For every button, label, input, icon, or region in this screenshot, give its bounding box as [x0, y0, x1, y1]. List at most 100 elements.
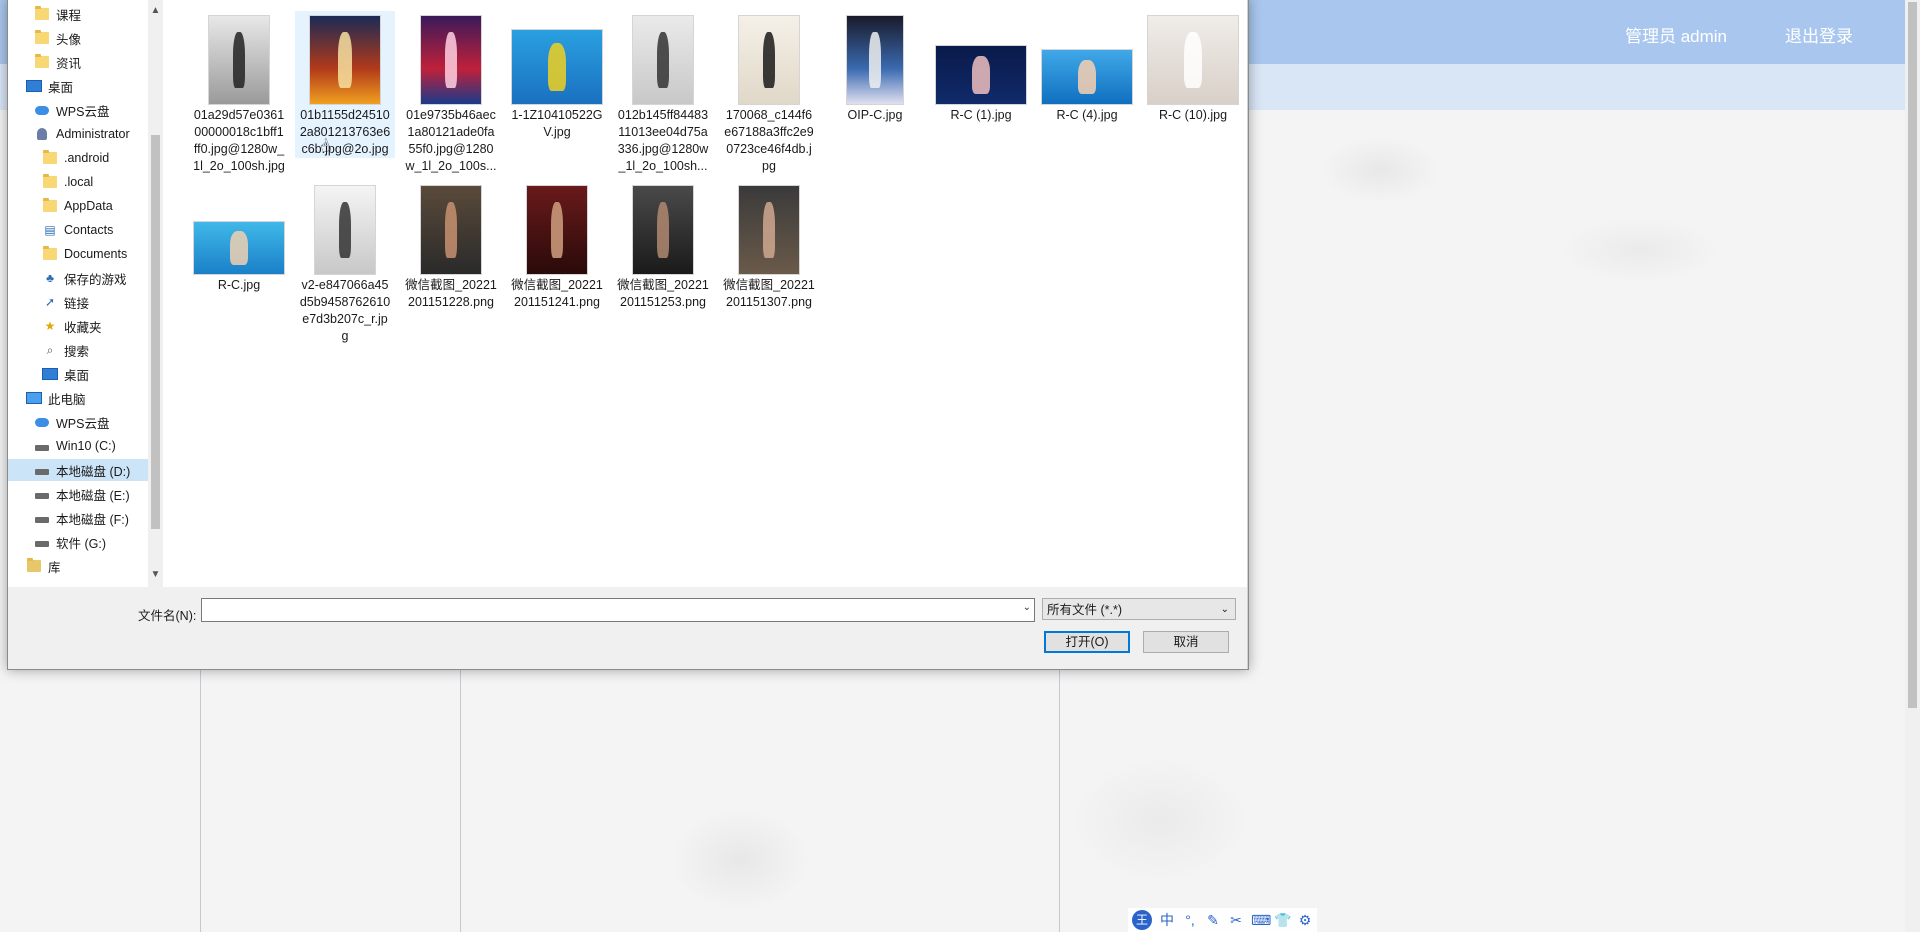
star-icon: ★ — [44, 319, 56, 333]
file-thumbnail-image — [511, 29, 603, 105]
file-item[interactable]: 微信截图_20221201151253.png — [613, 181, 713, 311]
folder-icon — [34, 6, 50, 21]
nav-item[interactable]: WPS云盘 — [8, 411, 148, 433]
file-item[interactable]: R-C (1).jpg — [931, 11, 1031, 124]
nav-item-label: 保存的游戏 — [64, 272, 127, 287]
nav-item[interactable]: 课程 — [8, 3, 148, 25]
nav-item-label: Win10 (C:) — [56, 439, 116, 453]
chevron-down-icon[interactable]: ⌄ — [1023, 602, 1031, 613]
thumbnail-figure — [1184, 31, 1202, 89]
thumbnail-figure — [972, 56, 990, 94]
nav-item-label: WPS云盘 — [56, 416, 110, 431]
folder-icon — [34, 54, 50, 69]
nav-item-label: Contacts — [64, 223, 114, 237]
page-scrollbar-thumb[interactable] — [1908, 2, 1917, 708]
nav-item[interactable]: Win10 (C:) — [8, 435, 148, 457]
nav-item[interactable]: 资讯 — [8, 51, 148, 73]
folder-icon — [42, 174, 58, 189]
file-name: 微信截图_20221201151253.png — [617, 278, 709, 309]
file-item[interactable]: R-C (10).jpg — [1143, 11, 1243, 124]
ime-settings-icon[interactable]: ⚙ — [1297, 912, 1313, 929]
content-border-left — [200, 668, 201, 932]
nav-item[interactable]: ▤ Contacts — [8, 219, 148, 241]
nav-item-label: 本地磁盘 (E:) — [56, 488, 130, 503]
thumbnail-figure — [230, 231, 248, 265]
nav-item[interactable]: 本地磁盘 (D:) — [8, 459, 148, 481]
navigation-pane: ▲ ▼ 课程 头像 资讯 桌面 WPS云盘 Administrator .android .l… — [8, 0, 163, 587]
file-thumbnail-image — [935, 45, 1027, 105]
file-name: 170068_c144f6e67188a3ffc2e90723ce46f4db.… — [724, 108, 814, 173]
file-name: R-C.jpg — [217, 278, 261, 292]
ime-skin-icon[interactable]: 👕 — [1274, 912, 1291, 929]
file-item[interactable]: 1-1Z10410522GV.jpg — [507, 11, 607, 141]
open-button[interactable]: 打开(O) — [1044, 631, 1130, 653]
nav-item[interactable]: WPS云盘 — [8, 99, 148, 121]
file-item[interactable]: R-C.jpg — [189, 181, 289, 294]
nav-item[interactable]: ⌕ 搜索 — [8, 339, 148, 361]
file-item[interactable]: 01a29d57e036100000018c1bff1ff0.jpg@1280w… — [189, 11, 289, 175]
nav-item[interactable]: 本地磁盘 (E:) — [8, 483, 148, 505]
nav-item[interactable]: .local — [8, 171, 148, 193]
ime-logo-icon[interactable]: 王 — [1132, 910, 1152, 930]
file-thumbnail-image — [309, 15, 381, 105]
nav-item[interactable]: ♣ 保存的游戏 — [8, 267, 148, 289]
filename-input[interactable] — [202, 599, 1010, 619]
ime-keyboard-icon[interactable]: ⌨ — [1251, 912, 1271, 929]
file-thumbnail-image — [846, 15, 904, 105]
computer-icon — [26, 391, 42, 405]
scroll-up-arrow-icon[interactable]: ▲ — [148, 3, 163, 19]
file-name: 01b1155d245102a801213763e6c6b.jpg@2o.jpg — [299, 108, 391, 156]
nav-item[interactable]: AppData — [8, 195, 148, 217]
nav-item[interactable]: 库 — [8, 555, 148, 577]
file-thumbnail-image — [1041, 49, 1133, 105]
scroll-down-arrow-icon[interactable]: ▼ — [148, 567, 163, 583]
nav-item[interactable]: Documents — [8, 243, 148, 265]
filetype-select[interactable]: 所有文件 (*.*) ⌄ — [1042, 598, 1236, 620]
file-item[interactable]: 01e9735b46aec1a80121ade0fa55f0.jpg@1280w… — [401, 11, 501, 175]
file-name: R-C (4).jpg — [1056, 108, 1118, 122]
filetype-selected-value: 所有文件 (*.*) — [1047, 603, 1123, 617]
filename-label: 文件名(N): — [138, 609, 197, 623]
nav-item[interactable]: 头像 — [8, 27, 148, 49]
file-item[interactable]: 170068_c144f6e67188a3ffc2e90723ce46f4db.… — [719, 11, 819, 175]
user-icon — [34, 127, 50, 141]
nav-item[interactable]: 桌面 — [8, 75, 148, 97]
file-name: 012b145ff8448311013ee04d75a336.jpg@1280w… — [617, 108, 709, 173]
folder-icon — [42, 150, 58, 165]
thumbnail-figure — [445, 31, 457, 89]
nav-item[interactable]: 本地磁盘 (F:) — [8, 507, 148, 529]
nav-item[interactable]: Administrator — [8, 123, 148, 145]
nav-item-label: 此电脑 — [48, 392, 86, 407]
file-thumbnail-container — [189, 181, 289, 275]
cancel-button[interactable]: 取消 — [1143, 631, 1229, 653]
nav-item[interactable]: 此电脑 — [8, 387, 148, 409]
nav-scrollbar-thumb[interactable] — [151, 135, 160, 529]
file-item[interactable]: R-C (4).jpg — [1037, 11, 1137, 124]
nav-item[interactable]: 软件 (G:) — [8, 531, 148, 553]
file-item[interactable]: 012b145ff8448311013ee04d75a336.jpg@1280w… — [613, 11, 713, 175]
file-name: 微信截图_20221201151241.png — [511, 278, 603, 309]
file-item[interactable]: OIP-C.jpg — [825, 11, 925, 124]
ime-punctuation-icon[interactable]: °, — [1182, 912, 1198, 928]
file-thumbnail-container — [295, 11, 395, 105]
ime-scissors-icon[interactable]: ✂ — [1228, 912, 1244, 929]
nav-item[interactable]: .android — [8, 147, 148, 169]
thumbnail-figure — [763, 201, 775, 259]
nav-item[interactable]: ➚ 链接 — [8, 291, 148, 313]
file-item[interactable]: v2-e847066a45d5b9458762610e7d3b207c_r.jp… — [295, 181, 395, 345]
nav-scrollbar[interactable]: ▲ ▼ — [148, 0, 163, 587]
ime-pen-icon[interactable]: ✎ — [1205, 912, 1221, 929]
drive-icon — [34, 439, 50, 453]
page-scrollbar[interactable] — [1905, 0, 1920, 932]
nav-item[interactable]: ★ 收藏夹 — [8, 315, 148, 337]
file-item[interactable]: 微信截图_20221201151241.png — [507, 181, 607, 311]
file-item[interactable]: 微信截图_20221201151307.png — [719, 181, 819, 311]
thumbnail-figure — [551, 201, 563, 259]
file-item[interactable]: 01b1155d245102a801213763e6c6b.jpg@2o.jpg — [295, 11, 395, 158]
nav-item[interactable]: 桌面 — [8, 363, 148, 385]
filename-combobox[interactable]: ⌄ — [201, 598, 1035, 622]
ime-chinese-mode-icon[interactable]: 中 — [1159, 910, 1175, 930]
file-item[interactable]: 微信截图_20221201151228.png — [401, 181, 501, 311]
logout-link[interactable]: 退出登录 — [1785, 22, 1853, 47]
file-thumbnail-image — [208, 15, 270, 105]
